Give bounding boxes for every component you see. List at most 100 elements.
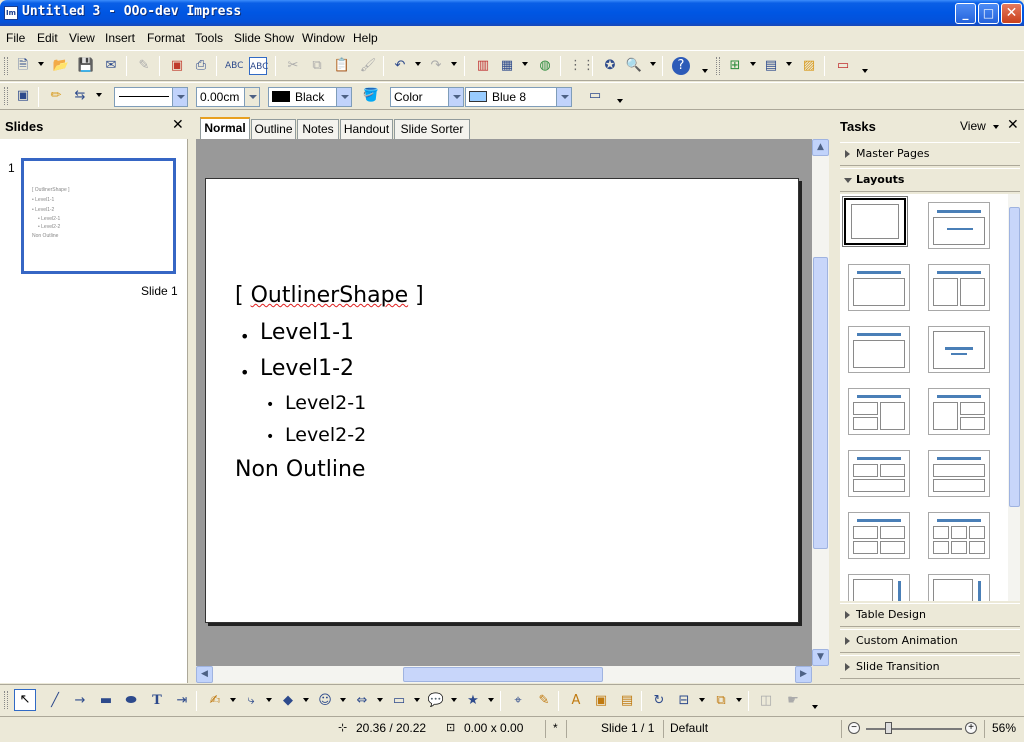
layout-title-2content-top[interactable] (848, 450, 910, 497)
menu-slide-show[interactable]: Slide Show (234, 31, 294, 45)
table-icon[interactable]: ▦ (498, 57, 516, 75)
slide-layout-dropdown-arrow[interactable] (786, 62, 792, 66)
toolbar-overflow-arrow[interactable] (812, 705, 818, 709)
glue-points-icon[interactable]: ✎ (535, 692, 553, 710)
symbol-shapes-dropdown-arrow[interactable] (340, 698, 346, 702)
navigator-icon[interactable]: ✪ (601, 57, 619, 75)
maximize-button[interactable]: □ (978, 3, 999, 24)
line-tool-icon[interactable]: ╱ (46, 692, 64, 710)
outline-level1-item[interactable]: Level1-2 (260, 356, 354, 381)
area-color-dropdown-button[interactable] (556, 88, 571, 106)
zoom-out-button[interactable]: − (848, 722, 860, 734)
print-icon[interactable]: ⎙ (192, 57, 210, 75)
slides-pane-close-button[interactable]: ✕ (172, 117, 184, 133)
flowcharts-icon[interactable]: ▭ (390, 692, 408, 710)
fontwork-gallery-icon[interactable]: A (567, 692, 585, 710)
curve-tool-icon[interactable]: ✍ (206, 692, 224, 710)
arrange-icon[interactable]: ⧉ (712, 692, 730, 710)
toolbar-grip[interactable] (4, 57, 8, 75)
layout-title-content[interactable] (848, 264, 910, 311)
zoom-slider-handle[interactable] (885, 722, 892, 734)
horizontal-scrollbar[interactable]: ◀ ▶ (196, 666, 812, 683)
layout-title-content-over-content[interactable] (928, 450, 990, 497)
tasks-pane-splitter[interactable] (829, 113, 836, 683)
scroll-down-button[interactable]: ▼ (812, 649, 829, 666)
layout-title-content-alt[interactable] (848, 326, 910, 373)
section-layouts[interactable]: Layouts (840, 168, 1020, 192)
zoom-dropdown-arrow[interactable] (650, 62, 656, 66)
section-table-design[interactable]: Table Design (840, 603, 1020, 627)
connector-tool-icon[interactable]: ⇥ (173, 692, 191, 710)
ellipse-tool-icon[interactable]: ⬬ (122, 692, 140, 710)
outline-level2-item[interactable]: Level2-2 (285, 424, 366, 446)
extrusion-icon[interactable]: ◫ (757, 692, 775, 710)
section-slide-transition[interactable]: Slide Transition (840, 655, 1020, 679)
toolbar-grip[interactable] (4, 691, 8, 709)
menu-edit[interactable]: Edit (37, 31, 58, 45)
stars-dropdown-arrow[interactable] (488, 698, 494, 702)
menu-format[interactable]: Format (147, 31, 185, 45)
shadow-icon[interactable]: ▭ (586, 87, 604, 105)
tab-outline[interactable]: Outline (251, 119, 296, 139)
arrange-dropdown-arrow[interactable] (736, 698, 742, 702)
cut-icon[interactable]: ✂ (284, 57, 302, 75)
slide-show-icon[interactable]: ▭ (834, 57, 852, 75)
connectors-dropdown-arrow[interactable] (266, 698, 272, 702)
callouts-dropdown-arrow[interactable] (451, 698, 457, 702)
outline-level1-item[interactable]: Level1-1 (260, 320, 354, 345)
outline-level2-item[interactable]: Level2-1 (285, 392, 366, 414)
line-width-spinner[interactable]: 0.00cm (196, 87, 260, 107)
toolbar-overflow-arrow[interactable] (702, 69, 708, 73)
arrow-style-icon[interactable]: ⇆ (71, 87, 89, 105)
autospellcheck-icon[interactable]: ABC (249, 57, 268, 75)
area-style-dropdown-button[interactable] (448, 88, 463, 106)
minimize-button[interactable]: _ (955, 3, 976, 24)
spellcheck-icon[interactable]: ABC (225, 57, 243, 75)
zoom-slider[interactable] (866, 728, 962, 730)
tab-handout[interactable]: Handout (340, 119, 393, 139)
vertical-scroll-thumb[interactable] (813, 257, 828, 549)
layout-title-2content-left[interactable] (848, 388, 910, 435)
slide-design-icon[interactable]: ▨ (800, 57, 818, 75)
tab-slide-sorter[interactable]: Slide Sorter (394, 119, 470, 139)
paste-icon[interactable]: 📋 (333, 57, 351, 75)
symbol-shapes-icon[interactable]: ☺ (316, 692, 334, 710)
save-icon[interactable]: 💾 (77, 57, 95, 75)
line-color-dropdown-button[interactable] (336, 88, 351, 106)
fontwork-icon[interactable]: ◍ (536, 57, 554, 75)
layout-title-two-content[interactable] (928, 264, 990, 311)
line-pen-icon[interactable]: ✏ (47, 87, 65, 105)
grid-icon[interactable]: ⋮⋮ (569, 57, 595, 75)
select-arrow-icon[interactable]: ↖ (14, 689, 36, 711)
toolbar-grip[interactable] (4, 87, 8, 105)
area-color-select[interactable]: Blue 8 (465, 87, 572, 107)
stars-icon[interactable]: ★ (464, 692, 482, 710)
layouts-scroll-thumb[interactable] (1009, 207, 1020, 507)
non-outline-text[interactable]: Non Outline (235, 457, 365, 482)
points-icon[interactable]: ⌖ (509, 692, 527, 710)
new-slide-icon[interactable]: ⊞ (726, 57, 744, 75)
tab-notes[interactable]: Notes (297, 119, 339, 139)
horizontal-scroll-thumb[interactable] (403, 667, 603, 682)
tasks-view-menu[interactable]: View (960, 119, 986, 133)
layout-title-only[interactable] (928, 202, 990, 249)
area-fill-bucket-icon[interactable]: 🪣 (362, 87, 380, 105)
menu-window[interactable]: Window (302, 31, 345, 45)
tasks-view-dropdown-arrow[interactable] (993, 125, 999, 129)
slide-editing-area[interactable]: [ OutlinerShape ] • Level1-1 • Level1-2 … (196, 139, 812, 666)
toolbar-overflow-arrow[interactable] (617, 99, 623, 103)
curve-dropdown-arrow[interactable] (230, 698, 236, 702)
edit-file-icon[interactable]: ✎ (135, 57, 153, 75)
rectangle-tool-icon[interactable]: ▬ (97, 692, 115, 710)
line-color-select[interactable]: Black (268, 87, 352, 107)
menu-file[interactable]: File (6, 31, 25, 45)
zoom-in-button[interactable]: + (965, 722, 977, 734)
menu-help[interactable]: Help (353, 31, 378, 45)
layout-vertical-title-text[interactable] (848, 574, 910, 601)
close-window-button[interactable]: ✕ (1001, 3, 1022, 24)
object-properties-icon[interactable]: ▣ (14, 87, 32, 105)
zoom-icon[interactable]: 🔍 (625, 57, 643, 75)
scroll-left-button[interactable]: ◀ (196, 666, 213, 683)
line-style-dropdown-button[interactable] (172, 88, 187, 106)
scroll-right-button[interactable]: ▶ (795, 666, 812, 683)
